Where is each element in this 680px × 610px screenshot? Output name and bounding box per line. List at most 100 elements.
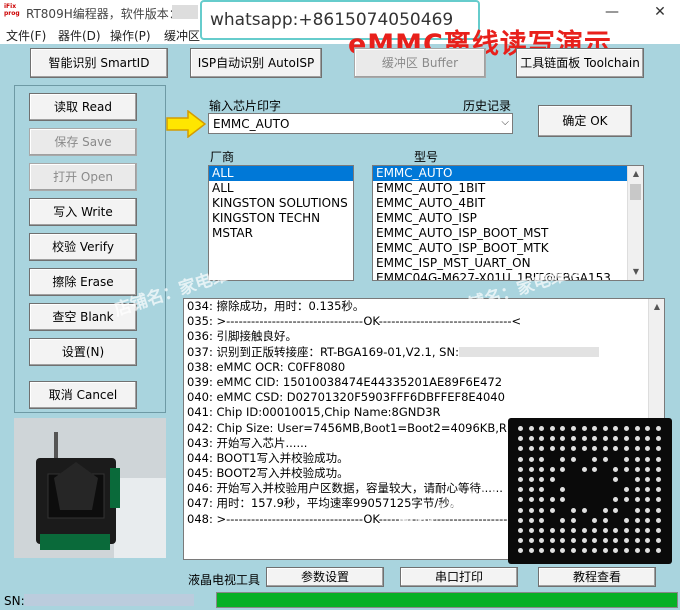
model-item[interactable]: EMMC_AUTO [373,166,643,181]
bga-ball [560,456,566,462]
scroll-thumb[interactable] [630,184,641,200]
log-line-text: 037: 识别到正版转接座：RT-BGA169-01,V2.1, SN: [187,344,459,359]
minimize-button[interactable]: — [600,2,624,22]
bga-ball [645,426,651,431]
bga-ball [581,507,587,513]
bga-ball [539,456,545,462]
menu-device[interactable]: 器件(D) [58,27,101,44]
log-line: 036: 引脚接触良好。 [187,329,297,344]
bga-ball [624,548,629,554]
bga-ball [645,538,651,544]
model-item[interactable]: EMMC_AUTO_ISP [373,211,643,226]
bga-ball [518,538,523,544]
bga-ball [528,477,534,482]
scroll-up-icon[interactable]: ▲ [628,166,643,182]
cancel-button[interactable]: 取消 Cancel [29,381,137,409]
scroll-down-icon[interactable]: ▼ [628,264,643,280]
bga-ball [613,548,619,554]
model-item[interactable]: EMMC_AUTO_1BIT [373,181,643,196]
chevron-down-icon[interactable]: ⌵ [501,117,509,128]
bga-ball [602,436,608,442]
chip-input-label: 输入芯片印字 [209,99,282,113]
bga-ball [592,436,598,442]
menu-buffer[interactable]: 缓冲区 [164,27,200,44]
scroll-up-icon[interactable]: ▲ [649,299,664,315]
emmc-chip-photo [508,418,672,564]
bga-ball [624,487,629,493]
bga-ball [518,507,523,513]
bga-ball [645,477,651,482]
bga-ball [571,436,576,442]
smart-id-button[interactable]: 智能识别 SmartID [30,48,168,78]
progress-bar [216,592,678,608]
window-title: RT809H编程器，软件版本： [26,7,181,21]
vendor-item[interactable]: KINGSTON SOLUTIONS [209,196,353,211]
bga-ball [655,548,661,554]
chip-name-combobox[interactable]: EMMC_AUTO ⌵ [208,113,513,134]
bga-ball [528,548,534,554]
vendor-item[interactable]: MSTAR [209,226,353,241]
model-item[interactable]: EMMC_AUTO_4BIT [373,196,643,211]
erase-button[interactable]: 擦除 Erase [29,268,137,296]
tutorial-button[interactable]: 教程查看 [538,567,656,587]
serial-redacted [458,347,599,358]
bga-ball [549,426,555,431]
bga-ball [571,507,576,513]
read-button[interactable]: 读取 Read [29,93,137,121]
bga-ball [592,456,598,462]
bga-ball [539,538,545,544]
bga-ball [613,466,619,472]
serial-print-button[interactable]: 串口打印 [400,567,518,587]
bga-ball [634,436,640,442]
bga-ball [571,538,576,544]
vendor-item[interactable]: ALL [209,181,353,196]
bga-ball [581,538,587,544]
bga-ball [655,487,661,493]
buffer-button[interactable]: 缓冲区 Buffer [354,48,486,78]
bga-ball [624,517,629,523]
toolchain-button[interactable]: 工具链面板 Toolchain [516,48,644,78]
bga-ball [634,466,640,472]
verify-button[interactable]: 校验 Verify [29,233,137,261]
bga-ball [592,446,598,452]
vendor-item[interactable]: ALL [209,166,353,181]
bga-ball [655,477,661,482]
confirm-ok-button[interactable]: 确定 OK [538,105,632,137]
close-button[interactable]: ✕ [648,2,672,22]
save-button[interactable]: 保存 Save [29,128,137,156]
bga-ball [592,538,598,544]
bga-ball [613,436,619,442]
bga-ball [592,548,598,554]
bga-ball [655,507,661,513]
bga-ball [549,528,555,533]
bga-ball [560,436,566,442]
bga-ball [624,456,629,462]
bga-ball [560,528,566,533]
model-scrollbar[interactable]: ▲ ▼ [627,166,643,280]
bga-ball [518,436,523,442]
bga-ball [602,528,608,533]
bga-ball [539,497,545,503]
menu-operation[interactable]: 操作(P) [110,27,151,44]
params-button[interactable]: 参数设置 [266,567,384,587]
bga-ball [571,446,576,452]
bga-ball [518,446,523,452]
model-item[interactable]: EMMC_AUTO_ISP_BOOT_MST [373,226,643,241]
bga-ball [613,426,619,431]
vendor-item[interactable]: KINGSTON TECHN [209,211,353,226]
bga-ball [528,456,534,462]
open-button[interactable]: 打开 Open [29,163,137,191]
bga-ball [602,538,608,544]
auto-isp-button[interactable]: ISP自动识别 AutoISP [190,48,322,78]
bga-ball [560,517,566,523]
bga-socket-image [14,418,166,558]
bga-ball [549,477,555,482]
bga-ball [655,456,661,462]
settings-button[interactable]: 设置(N) [29,338,137,366]
write-button[interactable]: 写入 Write [29,198,137,226]
bga-ball [602,446,608,452]
bga-ball [624,446,629,452]
bga-ball [549,538,555,544]
menu-file[interactable]: 文件(F) [6,27,46,44]
bga-ball [539,446,545,452]
